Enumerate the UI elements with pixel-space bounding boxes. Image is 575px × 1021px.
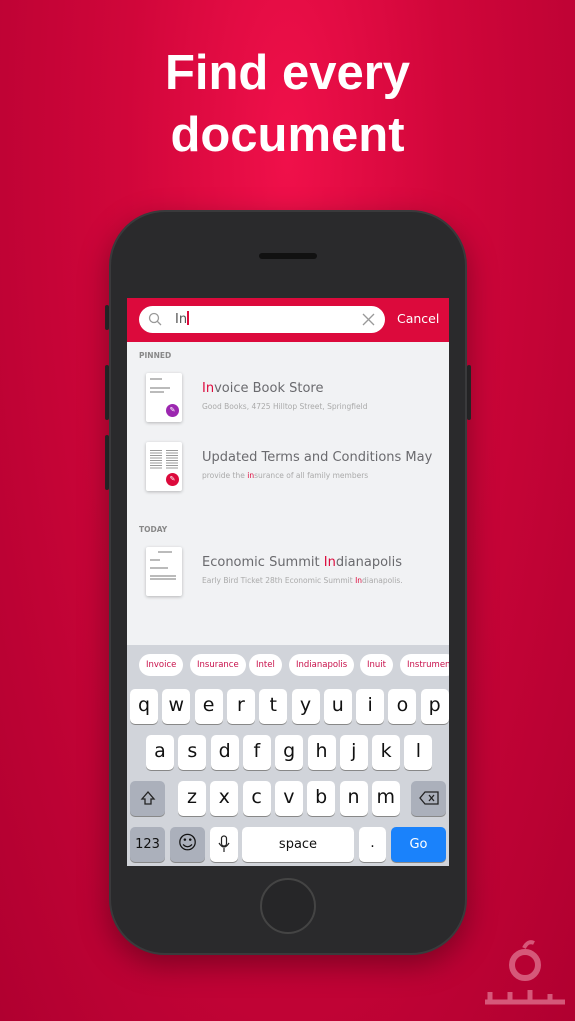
headline-line1: Find every bbox=[164, 46, 411, 100]
item-title: Updated Terms and Conditions May bbox=[202, 450, 433, 465]
pin-icon: ✎ bbox=[166, 473, 179, 486]
emoji-icon: ☺ bbox=[177, 832, 198, 854]
key-u[interactable]: u bbox=[323, 689, 352, 724]
numbers-key[interactable]: 123 bbox=[130, 827, 165, 862]
pin-icon: ✎ bbox=[166, 404, 179, 417]
key-a[interactable]: a bbox=[146, 735, 174, 770]
key-d[interactable]: d bbox=[210, 735, 239, 770]
key-q[interactable]: q bbox=[130, 689, 158, 724]
item-title: Invoice Book Store bbox=[202, 381, 324, 396]
key-x[interactable]: x bbox=[210, 781, 239, 816]
section-pinned: PINNED bbox=[139, 351, 172, 360]
item-subtitle: Early Bird Ticket 28th Economic Summit I… bbox=[202, 576, 403, 585]
key-f[interactable]: f bbox=[242, 735, 271, 770]
emoji-key[interactable]: ☺ bbox=[170, 827, 205, 862]
key-z[interactable]: z bbox=[178, 781, 206, 816]
search-icon bbox=[148, 312, 162, 326]
phone-screen: In Cancel PINNED ✎ Invoice Book Store Go… bbox=[127, 298, 449, 866]
dictation-key[interactable] bbox=[210, 827, 238, 862]
key-s[interactable]: s bbox=[178, 735, 207, 770]
key-p[interactable]: p bbox=[420, 689, 449, 724]
key-w[interactable]: w bbox=[162, 689, 191, 724]
list-item[interactable]: Economic Summit Indianapolis Early Bird … bbox=[127, 547, 449, 607]
shift-key[interactable] bbox=[130, 781, 165, 816]
list-item[interactable]: ✎ Invoice Book Store Good Books, 4725 Hi… bbox=[127, 373, 449, 433]
section-today: TODAY bbox=[139, 525, 168, 534]
key-g[interactable]: g bbox=[275, 735, 304, 770]
key-h[interactable]: h bbox=[307, 735, 336, 770]
document-thumbnail: ✎ bbox=[146, 442, 182, 491]
document-thumbnail: ✎ bbox=[146, 373, 182, 422]
shift-icon bbox=[140, 791, 155, 805]
search-input[interactable]: In bbox=[139, 306, 385, 333]
key-m[interactable]: m bbox=[371, 781, 400, 816]
key-t[interactable]: t bbox=[259, 689, 288, 724]
power-button bbox=[467, 365, 471, 420]
go-key[interactable]: Go bbox=[391, 827, 446, 862]
key-c[interactable]: c bbox=[242, 781, 271, 816]
key-k[interactable]: k bbox=[372, 735, 401, 770]
cancel-button[interactable]: Cancel bbox=[397, 311, 439, 326]
watermark-logo bbox=[485, 940, 565, 1005]
key-j[interactable]: j bbox=[339, 735, 368, 770]
item-title: Economic Summit Indianapolis bbox=[202, 555, 403, 570]
key-i[interactable]: i bbox=[356, 689, 385, 724]
key-l[interactable]: l bbox=[404, 735, 433, 770]
speaker bbox=[259, 253, 317, 259]
backspace-icon bbox=[418, 791, 439, 805]
suggestion-chip[interactable]: Insurance bbox=[190, 654, 246, 676]
backspace-key[interactable] bbox=[411, 781, 446, 816]
period-key[interactable]: . bbox=[359, 827, 386, 862]
home-button[interactable] bbox=[260, 878, 316, 934]
suggestion-chip[interactable]: Instrumen bbox=[400, 654, 449, 676]
suggestion-chip[interactable]: Intel bbox=[249, 654, 282, 676]
keyboard: Invoice Insurance Intel Indianapolis Inuit In… bbox=[127, 645, 449, 866]
key-o[interactable]: o bbox=[388, 689, 417, 724]
suggestion-chip[interactable]: Inuit bbox=[360, 654, 393, 676]
item-subtitle: Good Books, 4725 Hilltop Street, Springf… bbox=[202, 402, 368, 411]
clear-icon[interactable] bbox=[362, 313, 375, 326]
key-y[interactable]: y bbox=[291, 689, 320, 724]
list-item[interactable]: ✎ Updated Terms and Conditions May provi… bbox=[127, 442, 449, 502]
document-thumbnail bbox=[146, 547, 182, 596]
headline-line2: document bbox=[170, 108, 405, 162]
headline: Find every document bbox=[0, 42, 575, 166]
microphone-icon bbox=[218, 835, 230, 852]
item-subtitle: provide the insurance of all family memb… bbox=[202, 471, 369, 480]
search-query: In bbox=[175, 312, 188, 327]
suggestion-chip[interactable]: Invoice bbox=[139, 654, 184, 676]
search-bar: In Cancel bbox=[127, 298, 449, 342]
suggestion-chip[interactable]: Indianapolis bbox=[289, 654, 355, 676]
key-n[interactable]: n bbox=[339, 781, 368, 816]
key-e[interactable]: e bbox=[194, 689, 223, 724]
key-b[interactable]: b bbox=[307, 781, 336, 816]
space-key[interactable]: space bbox=[242, 827, 354, 862]
key-r[interactable]: r bbox=[226, 689, 255, 724]
key-v[interactable]: v bbox=[274, 781, 303, 816]
